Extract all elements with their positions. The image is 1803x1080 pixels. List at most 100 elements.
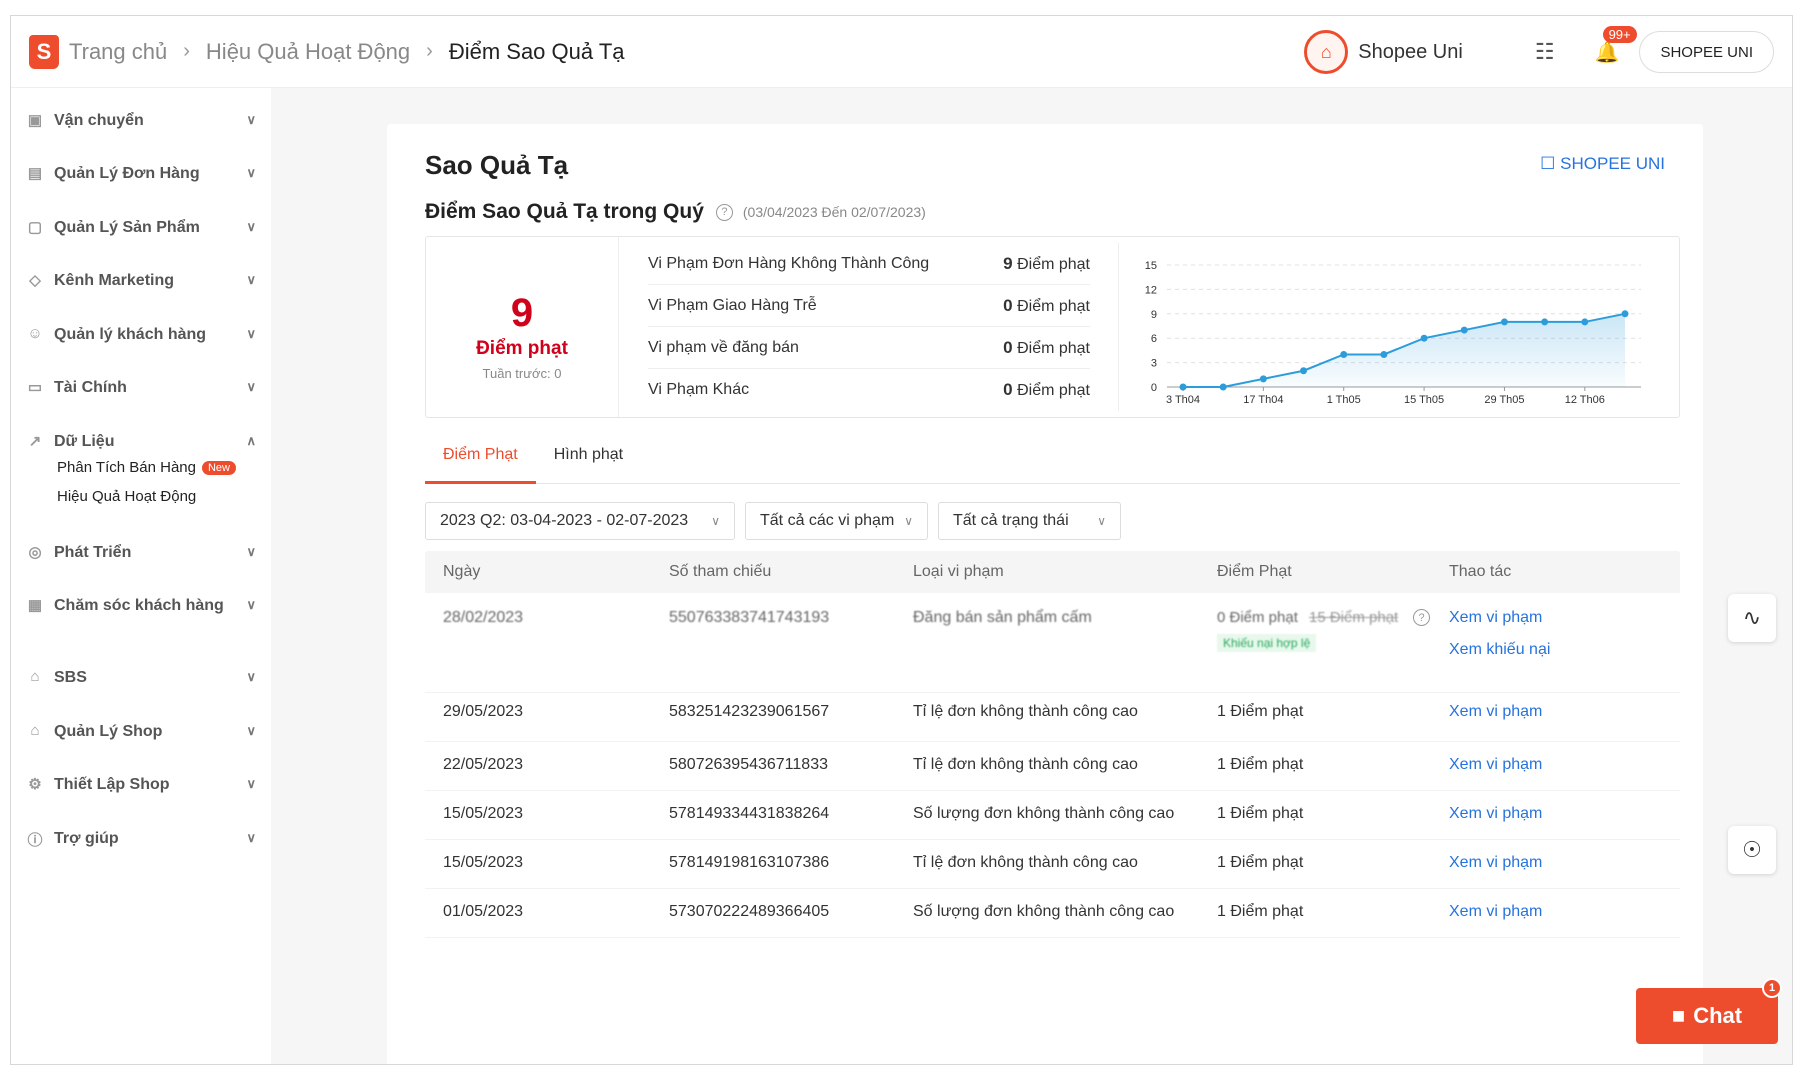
chart-data-point (1500, 318, 1508, 326)
total-score: 9 (510, 291, 534, 335)
chart-area (1183, 313, 1625, 387)
shopee-uni-label[interactable]: Shopee Uni (1358, 41, 1463, 64)
app-frame: S Trang chủ › Hiệu Quả Hoạt Động › Điểm … (10, 15, 1793, 1065)
view-violation-link[interactable]: Xem vi phạm (1449, 854, 1680, 872)
valid-complaint-badge: Khiếu nại hợp lệ (1217, 634, 1317, 652)
chart-data-point (1621, 310, 1629, 318)
chevron-up-icon: ∧ (246, 433, 256, 448)
question-icon[interactable]: ? (715, 203, 733, 221)
sidebar-item-shop-management[interactable]: ⌂ Quản Lý Shop ∨ (26, 721, 256, 743)
new-badge: New (201, 460, 236, 475)
wallet-icon: ▭ (27, 379, 43, 396)
gear-icon: ⚙ (28, 776, 42, 793)
chart-x-tick-label: 12 Th06 (1565, 394, 1605, 406)
section-title: Điểm Sao Quả Tạ trong Quý ? (03/04/2023 … (425, 200, 926, 223)
breadcrumb-home[interactable]: Trang chủ (69, 39, 167, 65)
chat-unread-badge: 1 (1762, 978, 1782, 998)
view-violation-link[interactable]: Xem vi phạm (1449, 756, 1680, 774)
sidebar-item-sbs[interactable]: ⌂ SBS ∨ (26, 667, 256, 689)
warehouse-icon: ⌂ (30, 668, 40, 685)
sidebar-item-shipping[interactable]: ▣ Vận chuyển ∨ (26, 110, 256, 132)
view-violation-link[interactable]: Xem vi phạm (1449, 903, 1680, 921)
top-bar: S Trang chủ › Hiệu Quả Hoạt Động › Điểm … (11, 16, 1792, 88)
table-row: 15/05/2023 578149334431838264 Số lượng đ… (425, 791, 1680, 840)
status-select[interactable]: Tất cả trạng thái ∨ (938, 502, 1121, 540)
chart-x-tick-label: 3 Th04 (1166, 394, 1200, 406)
violation-row: Vi Phạm Đơn Hàng Không Thành Công 9 Điểm … (648, 243, 1090, 285)
chevron-down-icon: ∨ (904, 514, 913, 528)
user-icon: ☺ (27, 325, 43, 342)
chevron-down-icon: ∨ (246, 272, 256, 287)
sidebar-sub-performance[interactable]: Hiệu Quả Hoạt Động (57, 488, 196, 505)
sidebar-item-growth[interactable]: ◎ Phát Triển ∨ (26, 542, 256, 564)
question-icon[interactable]: ? (1413, 609, 1430, 626)
tab-bar: Điểm Phạt Hình phạt (425, 440, 1680, 484)
sidebar-item-shop-settings[interactable]: ⚙ Thiết Lập Shop ∨ (26, 774, 256, 796)
table-header: Ngày Số tham chiếu Loại vi phạm Điểm Phạ… (425, 551, 1680, 593)
breadcrumb-performance[interactable]: Hiệu Quả Hoạt Động (206, 39, 410, 65)
chart-data-point (1219, 383, 1227, 391)
chevron-down-icon: ∨ (246, 219, 256, 234)
table-row: 15/05/2023 578149198163107386 Tỉ lệ đơn … (425, 840, 1680, 889)
chart-data-point (1581, 318, 1589, 326)
notification-count-badge: 99+ (1602, 25, 1637, 43)
chart-data-point (1259, 375, 1267, 383)
breadcrumb: Trang chủ › Hiệu Quả Hoạt Động › Điểm Sa… (69, 39, 625, 65)
shop-icon: ⌂ (30, 722, 40, 739)
shopee-uni-logo-icon[interactable]: ⌂ (1304, 30, 1349, 74)
penalty-table: Ngày Số tham chiếu Loại vi phạm Điểm Phạ… (425, 551, 1680, 938)
sidebar-item-products[interactable]: ▢ Quản Lý Sản Phẩm ∨ (26, 217, 256, 239)
chart-x-tick-label: 15 Th05 (1404, 394, 1444, 406)
headset-support-icon[interactable]: ☉ (1728, 826, 1776, 874)
violation-breakdown: Vi Phạm Đơn Hàng Không Thành Công 9 Điểm … (648, 243, 1090, 411)
medal-icon: ◎ (28, 544, 42, 561)
chart-y-tick-label: 9 (1151, 309, 1157, 321)
book-icon: ☐ (1540, 154, 1561, 173)
sidebar-item-finance[interactable]: ▭ Tài Chính ∨ (26, 377, 256, 399)
table-row: 22/05/2023 580726395436711833 Tỉ lệ đơn … (425, 742, 1680, 791)
sidebar-item-orders[interactable]: ▤ Quản Lý Đơn Hàng ∨ (26, 163, 256, 185)
chevron-down-icon: ∨ (246, 830, 256, 845)
chevron-down-icon: ∨ (246, 669, 256, 684)
shopee-logo-icon[interactable]: S (29, 34, 59, 69)
chevron-down-icon: ∨ (1097, 514, 1106, 528)
chevron-down-icon: ∨ (246, 544, 256, 559)
violation-row: Vi Phạm Khác 0 Điểm phạt (648, 380, 1090, 399)
performance-monitor-icon[interactable]: ∿ (1728, 594, 1776, 642)
apps-grid-icon[interactable]: ☷ (1535, 39, 1555, 65)
chart-data-point (1541, 318, 1549, 326)
chevron-down-icon: ∨ (246, 776, 256, 791)
clipboard-icon: ▤ (27, 165, 43, 182)
sidebar-item-customers[interactable]: ☺ Quản lý khách hàng ∨ (26, 324, 256, 346)
quarter-select[interactable]: 2023 Q2: 03-04-2023 - 02-07-2023 ∨ (425, 502, 735, 540)
view-violation-link[interactable]: Xem vi phạm (1449, 805, 1680, 823)
sidebar-item-help[interactable]: ⓘ Trợ giúp ∨ (26, 828, 256, 850)
shopee-uni-link[interactable]: ☐ SHOPEE UNI (1540, 154, 1665, 174)
sidebar-item-data[interactable]: ↗ Dữ Liệu ∧ (26, 431, 256, 453)
chart-x-tick-label: 17 Th04 (1243, 394, 1283, 406)
view-violation-link[interactable]: Xem vi phạm (1449, 703, 1680, 721)
chart-y-tick-label: 15 (1145, 260, 1157, 272)
chart-x-tick-label: 29 Th05 (1484, 394, 1524, 406)
chart-y-tick-label: 3 (1151, 358, 1157, 370)
chart-y-tick-label: 12 (1145, 284, 1157, 296)
period-range: (03/04/2023 Đến 02/07/2023) (742, 204, 926, 220)
user-account-button[interactable]: SHOPEE UNI (1639, 31, 1774, 73)
tab-penalties[interactable]: Hình phạt (536, 440, 641, 484)
chevron-down-icon: ∨ (246, 723, 256, 738)
chat-button[interactable]: ■ Chat 1 (1636, 978, 1782, 1044)
chevron-right-icon: › (426, 40, 433, 62)
view-complaint-link[interactable]: Xem khiếu nại (1449, 641, 1680, 659)
violation-type-select[interactable]: Tất cả các vi phạm ∨ (745, 502, 928, 540)
sidebar-sub-sales-analysis[interactable]: Phân Tích Bán Hàng New (57, 459, 236, 476)
notification-bell-icon[interactable]: 🔔 99+ (1595, 25, 1637, 65)
table-row: 01/05/2023 573070222489366405 Số lượng đ… (425, 889, 1680, 938)
points-trend-chart: 0 3 6 9 12 15 3 Th04 17 Th04 1 Th05 15 Th05 29 Th0… (1118, 243, 1663, 411)
sidebar-item-customer-care[interactable]: ▦ Chăm sóc khách hàng ∨ (26, 595, 256, 617)
chart-data-point (1179, 383, 1187, 391)
chevron-down-icon: ∨ (246, 165, 256, 180)
page-title: Sao Quả Tạ (425, 150, 569, 180)
sidebar-item-marketing[interactable]: ◇ Kênh Marketing ∨ (26, 270, 256, 292)
view-violation-link[interactable]: Xem vi phạm (1449, 609, 1680, 627)
tab-penalty-points[interactable]: Điểm Phạt (425, 440, 536, 484)
